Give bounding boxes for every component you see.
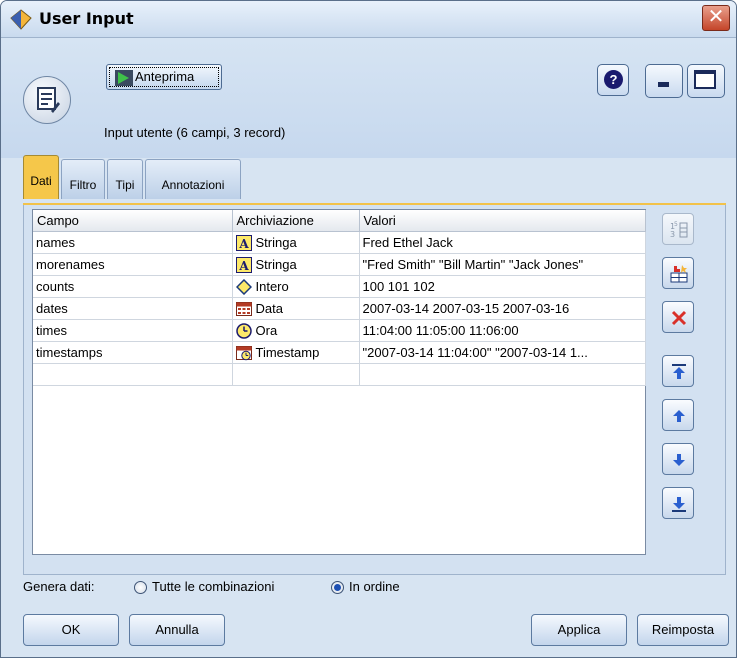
tab-filtro[interactable]: Filtro	[61, 159, 105, 199]
user-input-dialog: User Input ✕ Anteprima ? Input utente (6…	[0, 0, 737, 658]
storage-label: Stringa	[255, 235, 297, 250]
values-cell[interactable]: "Fred Smith" "Bill Martin" "Jack Jones"	[359, 253, 646, 276]
table-row[interactable]: timestamps Timestamp "2007-03-14 11:04:0…	[33, 341, 646, 364]
close-icon: ✕	[707, 6, 725, 28]
window-title: User Input	[39, 9, 134, 28]
table-row-empty[interactable]	[33, 363, 646, 386]
date-icon	[235, 301, 252, 316]
move-to-top-button[interactable]	[662, 355, 694, 387]
tab-tipi[interactable]: Tipi	[107, 159, 143, 199]
table-header-row: Campo Archiviazione Valori	[33, 210, 646, 232]
add-fields-button[interactable]	[662, 257, 694, 289]
table-row[interactable]: counts Intero 100 101 102	[33, 275, 646, 298]
storage-label: Timestamp	[255, 345, 320, 360]
field-name-cell[interactable]: names	[33, 231, 233, 254]
column-header-valori[interactable]: Valori	[359, 210, 646, 232]
user-input-node-icon	[23, 76, 71, 124]
column-header-campo[interactable]: Campo	[33, 210, 233, 232]
radio-in-order[interactable]	[331, 581, 344, 594]
node-summary: Input utente (6 campi, 3 record)	[104, 125, 286, 140]
values-cell[interactable]: 100 101 102	[359, 275, 646, 298]
timestamp-icon	[235, 345, 252, 360]
values-cell[interactable]: 2007-03-14 2007-03-15 2007-03-16	[359, 297, 646, 320]
field-name-cell[interactable]: timestamps	[33, 341, 233, 364]
storage-cell[interactable]: Intero	[232, 275, 360, 298]
time-icon	[235, 322, 252, 339]
apply-button[interactable]: Applica	[531, 614, 627, 646]
field-name-cell[interactable]: dates	[33, 297, 233, 320]
preview-icon	[115, 70, 133, 86]
specify-values-icon: 1 5 3	[670, 221, 688, 239]
ok-button[interactable]: OK	[23, 614, 119, 646]
generate-data-label: Genera dati:	[23, 579, 95, 594]
delete-icon	[671, 310, 687, 326]
values-cell[interactable]: Fred Ethel Jack	[359, 231, 646, 254]
help-icon: ?	[604, 70, 623, 89]
table-row[interactable]: times Ora 11:04:00 11:05:00 11:06:00	[33, 319, 646, 342]
move-down-button[interactable]	[662, 443, 694, 475]
string-icon: A	[235, 256, 252, 273]
svg-text:A: A	[238, 237, 249, 251]
table-row[interactable]: morenames A Stringa "Fred Smith" "Bill M…	[33, 253, 646, 276]
node-header: Anteprima ? Input utente (6 campi, 3 rec…	[1, 38, 736, 158]
svg-text:A: A	[238, 259, 249, 273]
move-to-bottom-icon	[672, 497, 686, 512]
maximize-button[interactable]	[687, 64, 725, 98]
storage-cell[interactable]: A Stringa	[232, 253, 360, 276]
storage-cell[interactable]: Timestamp	[232, 341, 360, 364]
move-up-button[interactable]	[662, 399, 694, 431]
title-bar[interactable]: User Input ✕	[1, 1, 736, 38]
table-row[interactable]: names A Stringa Fred Ethel Jack	[33, 231, 646, 254]
move-to-bottom-button[interactable]	[662, 487, 694, 519]
table-row[interactable]: dates Data 2007-03-14 2007-03-15 2007-03…	[33, 297, 646, 320]
close-button[interactable]: ✕	[702, 5, 730, 31]
tab-annotazioni[interactable]: Annotazioni	[145, 159, 241, 199]
move-to-top-icon	[672, 364, 686, 379]
radio-all-combinations-label[interactable]: Tutte le combinazioni	[152, 579, 274, 594]
string-icon: A	[235, 234, 252, 251]
node-diamond-icon	[10, 9, 32, 30]
radio-all-combinations[interactable]	[134, 581, 147, 594]
minimize-button[interactable]	[645, 64, 683, 98]
storage-label: Data	[255, 301, 283, 316]
delete-field-button[interactable]	[662, 301, 694, 333]
arrow-down-icon	[673, 454, 685, 466]
svg-text:3: 3	[670, 230, 675, 239]
add-fields-icon	[670, 265, 688, 283]
specify-values-button[interactable]: 1 5 3	[662, 213, 694, 245]
svg-text:5: 5	[674, 221, 678, 228]
reset-button[interactable]: Reimposta	[637, 614, 729, 646]
preview-label: Anteprima	[135, 69, 195, 84]
field-name-cell[interactable]: morenames	[33, 253, 233, 276]
column-header-archiviazione[interactable]: Archiviazione	[232, 210, 360, 232]
minimize-icon	[658, 82, 669, 87]
storage-cell[interactable]: A Stringa	[232, 231, 360, 254]
maximize-icon	[694, 70, 716, 89]
values-cell[interactable]: 11:04:00 11:05:00 11:06:00	[359, 319, 646, 342]
storage-cell[interactable]: Data	[232, 297, 360, 320]
storage-label: Intero	[255, 279, 289, 294]
tab-dati[interactable]: Dati	[23, 155, 59, 199]
values-cell[interactable]: "2007-03-14 11:04:00" "2007-03-14 1...	[359, 341, 646, 364]
cancel-button[interactable]: Annulla	[129, 614, 225, 646]
arrow-up-icon	[673, 410, 685, 422]
data-panel: Campo Archiviazione Valori names A Strin…	[23, 205, 726, 575]
storage-cell[interactable]: Ora	[232, 319, 360, 342]
radio-in-order-label[interactable]: In ordine	[349, 579, 400, 594]
storage-label: Ora	[255, 323, 278, 338]
fields-table: Campo Archiviazione Valori names A Strin…	[32, 209, 646, 555]
preview-button[interactable]: Anteprima	[106, 64, 222, 90]
field-name-cell[interactable]: times	[33, 319, 233, 342]
integer-icon	[235, 278, 252, 295]
field-name-cell[interactable]: counts	[33, 275, 233, 298]
help-button[interactable]: ?	[597, 64, 629, 96]
storage-label: Stringa	[255, 257, 297, 272]
